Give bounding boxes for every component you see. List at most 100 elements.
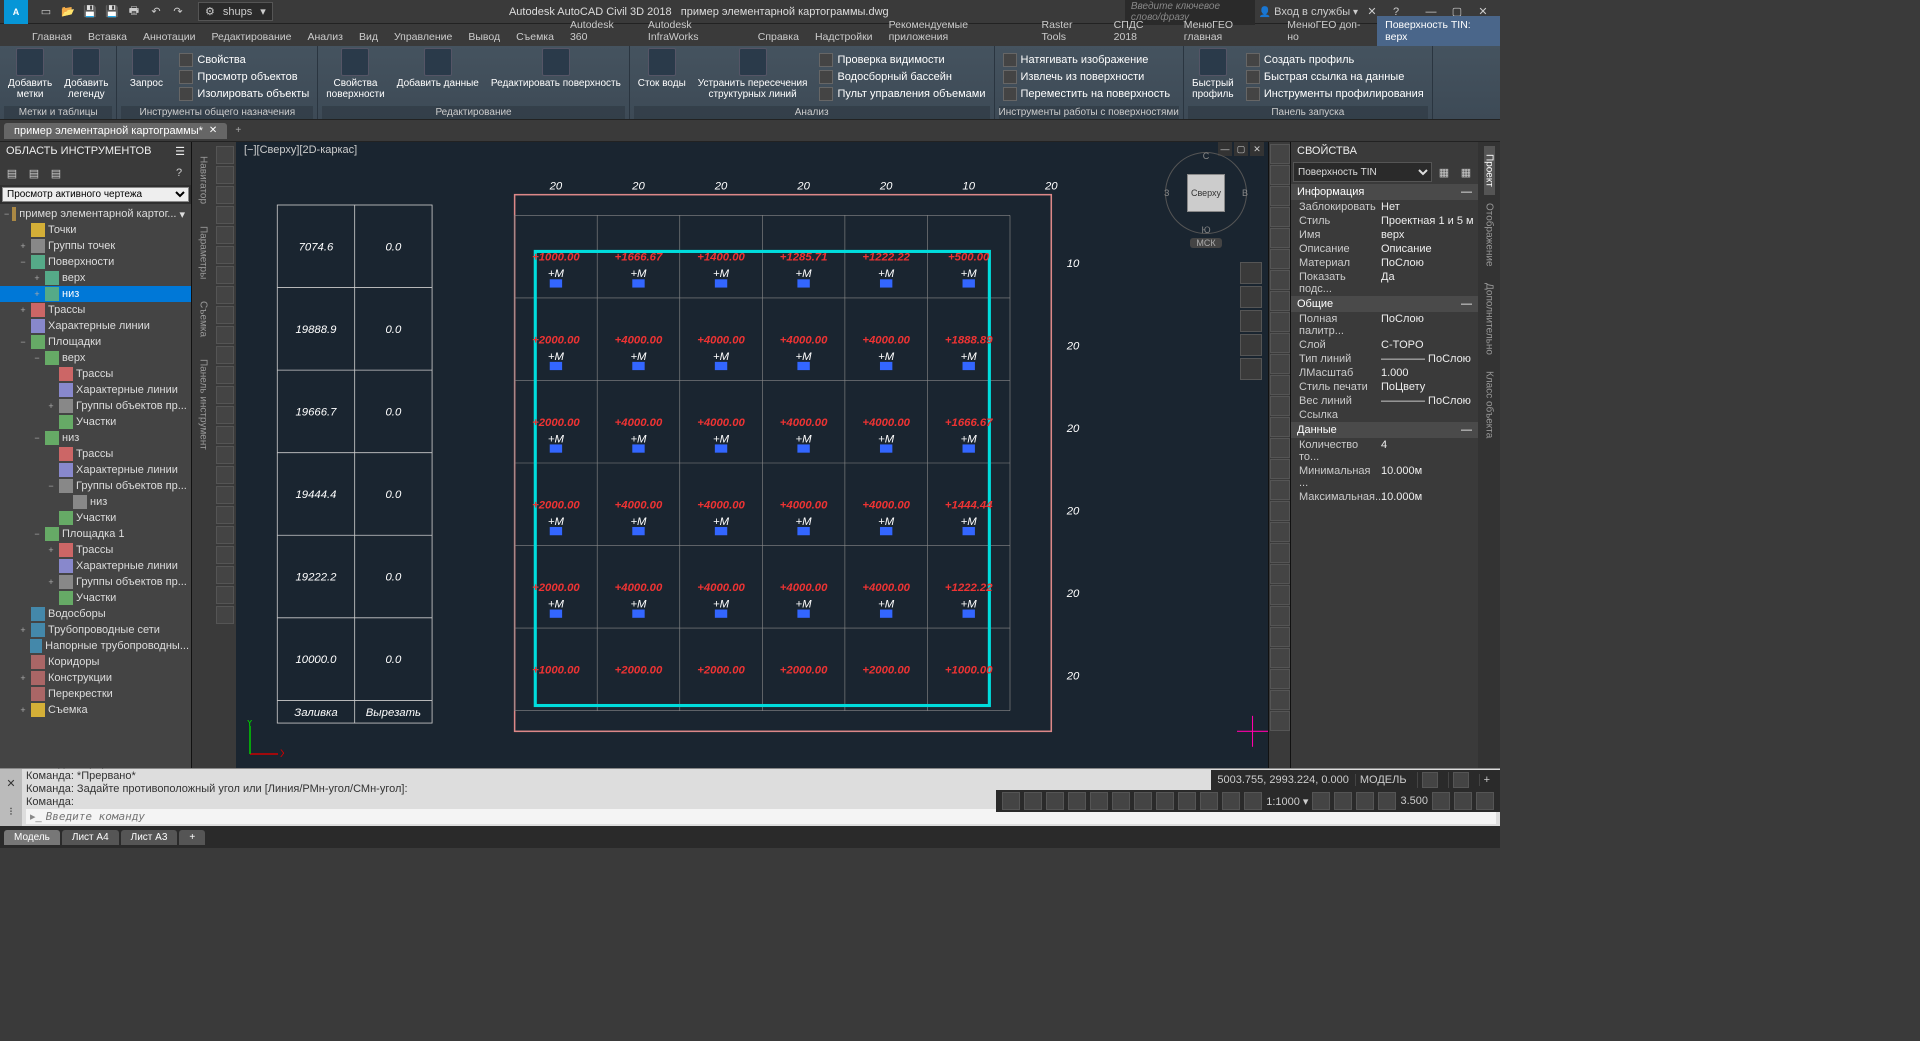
ts-btn[interactable]: ▤ <box>24 163 44 183</box>
cmd-grip-icon[interactable]: ⁝ <box>9 805 13 818</box>
layout-tab[interactable]: Модель <box>4 830 60 845</box>
add-layout-tab[interactable]: + <box>179 830 205 845</box>
tree-node[interactable]: −верх <box>0 350 191 366</box>
tree-node[interactable]: +низ <box>0 286 191 302</box>
tool-button[interactable] <box>1270 543 1290 563</box>
viewcube[interactable]: С Ю З В Сверху МСК <box>1162 152 1250 252</box>
status-toggle[interactable] <box>1432 792 1450 810</box>
tree-node[interactable]: −низ <box>0 430 191 446</box>
catchment-button[interactable]: Водосборный бассейн <box>815 69 989 85</box>
layout-tab[interactable]: Лист А4 <box>62 830 119 845</box>
status-toggle[interactable] <box>1090 792 1108 810</box>
tree-node[interactable]: +Трубопроводные сети <box>0 622 191 638</box>
vp-close[interactable]: ✕ <box>1250 142 1264 156</box>
tool-button[interactable] <box>1270 375 1290 395</box>
tool-button[interactable] <box>216 406 234 424</box>
tool-button[interactable] <box>216 286 234 304</box>
add-file-tab[interactable]: + <box>229 123 247 138</box>
ts-btn[interactable]: ▤ <box>46 163 66 183</box>
status-toggle[interactable] <box>1134 792 1152 810</box>
ribbon-tab[interactable]: Справка <box>750 28 807 46</box>
tool-button[interactable] <box>216 366 234 384</box>
prop-row[interactable]: Полная палитр...ПоСлою <box>1291 312 1478 338</box>
anno-scale[interactable]: 1:1000 ▾ <box>1266 795 1308 808</box>
properties-small-button[interactable]: Свойства <box>175 52 313 68</box>
tool-button[interactable] <box>1270 333 1290 353</box>
ribbon-tab[interactable]: Autodesk InfraWorks <box>640 16 750 46</box>
viewport[interactable]: [−][Сверху][2D-каркас] —▢✕ 7074.60.01988… <box>236 142 1268 768</box>
ribbon-tab[interactable]: Поверхность TIN: верх <box>1377 16 1500 46</box>
tool-button[interactable] <box>1270 501 1290 521</box>
status-toggle[interactable] <box>1112 792 1130 810</box>
zoom-icon[interactable] <box>1240 310 1262 332</box>
props-side-tab[interactable]: Отображение <box>1484 195 1495 275</box>
app-logo[interactable]: A <box>4 0 28 24</box>
prop-row[interactable]: ОписаниеОписание <box>1291 242 1478 256</box>
cmd-close-icon[interactable]: ✕ <box>6 777 15 790</box>
tree-node[interactable]: −Площадка 1 <box>0 526 191 542</box>
tree-node[interactable]: +Трассы <box>0 302 191 318</box>
status-toggle[interactable] <box>1002 792 1020 810</box>
visibility-check-button[interactable]: Проверка видимости <box>815 52 989 68</box>
tree-node[interactable]: +верх <box>0 270 191 286</box>
ribbon-tab[interactable]: Редактирование <box>204 28 300 46</box>
tree-node[interactable]: Трассы <box>0 366 191 382</box>
add-labels-button[interactable]: Добавитьметки <box>4 48 56 106</box>
status-toggle[interactable] <box>1222 792 1240 810</box>
tool-button[interactable] <box>1270 585 1290 605</box>
tool-button[interactable] <box>1270 480 1290 500</box>
prop-row[interactable]: ЗаблокироватьНет <box>1291 200 1478 214</box>
status-toggle[interactable] <box>1156 792 1174 810</box>
tool-button[interactable] <box>216 146 234 164</box>
edit-surface-button[interactable]: Редактировать поверхность <box>487 48 625 106</box>
tool-button[interactable] <box>1270 438 1290 458</box>
file-tab[interactable]: пример элементарной картограммы*✕ <box>4 123 227 139</box>
status-toggle[interactable] <box>1312 792 1330 810</box>
tool-button[interactable] <box>216 526 234 544</box>
toolspace-scope-select[interactable]: Просмотр активного чертежа <box>2 187 189 202</box>
tool-button[interactable] <box>1270 312 1290 332</box>
tool-button[interactable] <box>216 226 234 244</box>
toolspace-tree[interactable]: −пример элементарной картог...▾Точки+Гру… <box>0 204 191 768</box>
status-toggle[interactable] <box>1334 792 1352 810</box>
tool-button[interactable] <box>216 546 234 564</box>
quick-profile-button[interactable]: Быстрыйпрофиль <box>1188 48 1238 106</box>
ribbon-tab[interactable]: Вид <box>351 28 386 46</box>
close-icon[interactable]: ☰ <box>175 145 185 158</box>
tool-button[interactable] <box>216 186 234 204</box>
tool-button[interactable] <box>216 166 234 184</box>
ribbon-tab[interactable]: Raster Tools <box>1034 16 1106 46</box>
prop-row[interactable]: СлойC-TOPO <box>1291 338 1478 352</box>
tree-node[interactable]: Водосборы <box>0 606 191 622</box>
tool-button[interactable] <box>216 586 234 604</box>
status-toggle[interactable] <box>1200 792 1218 810</box>
side-tab[interactable]: Панель инструмент <box>198 359 209 450</box>
qat-open[interactable]: 📂 <box>58 2 78 22</box>
viewcube-wcs[interactable]: МСК <box>1190 238 1221 248</box>
prop-row[interactable]: Количество то...4 <box>1291 438 1478 464</box>
pan-icon[interactable] <box>1240 286 1262 308</box>
isolate-objects-button[interactable]: Изолировать объекты <box>175 86 313 102</box>
prop-row[interactable]: СтильПроектная 1 и 5 м <box>1291 214 1478 228</box>
prop-row[interactable]: ЛМасштаб1.000 <box>1291 366 1478 380</box>
tree-node[interactable]: Напорные трубопроводны... <box>0 638 191 654</box>
tool-button[interactable] <box>1270 564 1290 584</box>
layout-tab[interactable]: Лист А3 <box>121 830 178 845</box>
status-toggle[interactable] <box>1178 792 1196 810</box>
props-side-tab[interactable]: Проект <box>1484 146 1495 195</box>
prop-row[interactable]: Показать подс...Да <box>1291 270 1478 296</box>
tool-button[interactable] <box>216 306 234 324</box>
tool-button[interactable] <box>1270 186 1290 206</box>
tool-button[interactable] <box>1270 291 1290 311</box>
close-icon[interactable]: ✕ <box>209 125 217 136</box>
prop-row[interactable]: Максимальная...10.000м <box>1291 490 1478 504</box>
tool-button[interactable] <box>216 606 234 624</box>
tool-button[interactable] <box>216 446 234 464</box>
workspace-picker[interactable]: ⚙ shups ▾ <box>198 2 273 21</box>
tool-button[interactable] <box>1270 669 1290 689</box>
tool-button[interactable] <box>216 386 234 404</box>
ribbon-tab[interactable]: МенюГЕО главная <box>1176 16 1279 46</box>
prop-section-header[interactable]: Данные— <box>1291 422 1478 438</box>
tree-node[interactable]: −Группы объектов пр... <box>0 478 191 494</box>
tree-node[interactable]: Перекрестки <box>0 686 191 702</box>
